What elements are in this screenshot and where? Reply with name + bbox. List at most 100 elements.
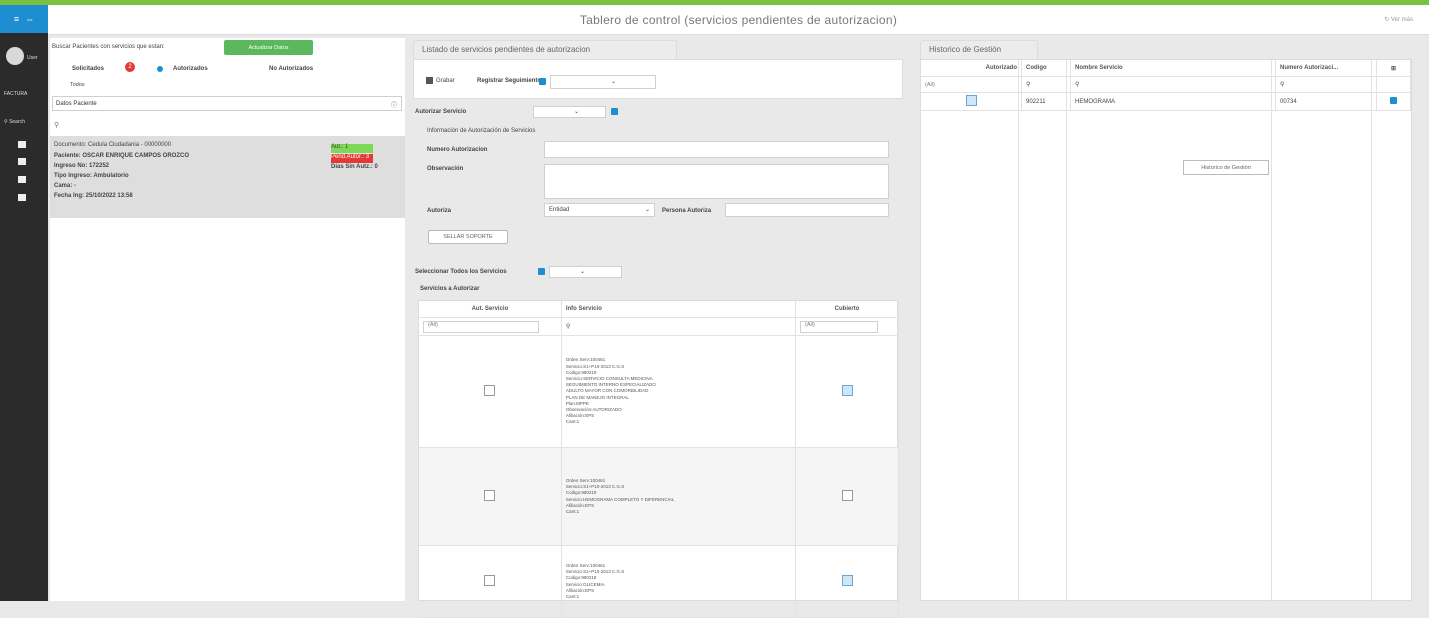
- filter-covered[interactable]: (All): [795, 317, 899, 336]
- patient-data-field[interactable]: Datos Paciente ⓘ: [52, 96, 402, 111]
- calendar-icon[interactable]: [18, 176, 26, 183]
- menu-icon[interactable]: ≡: [14, 14, 19, 24]
- patient-ingreso: Ingreso No: 172252: [54, 163, 110, 169]
- authorizer-label: Autoriza: [427, 208, 451, 214]
- home-icon[interactable]: [18, 141, 26, 148]
- select-all-dropdown[interactable]: ⌄: [549, 266, 622, 278]
- covered-checkbox[interactable]: [841, 575, 853, 586]
- register-checkbox[interactable]: [539, 78, 546, 85]
- days-badge: Días Sin Autz.: 0: [331, 164, 378, 170]
- history-numero: 00734: [1275, 92, 1377, 111]
- expand-icon[interactable]: ⇔: [25, 14, 34, 24]
- search-icon: ⚲: [1075, 82, 1080, 88]
- radio-dot-autorizados[interactable]: [157, 66, 163, 72]
- person-authorizes-label: Persona Autoriza: [662, 208, 712, 214]
- person-authorizes-input[interactable]: [725, 203, 889, 217]
- filter-info-service[interactable]: ⚲: [561, 317, 797, 336]
- filter-numero[interactable]: ⚲: [1275, 76, 1377, 93]
- rail-header[interactable]: ≡ ⇔: [0, 5, 48, 33]
- info-icon: ⓘ: [390, 103, 397, 109]
- observation-textarea[interactable]: [544, 164, 889, 199]
- update-data-button[interactable]: Actualizar Datos: [224, 40, 313, 55]
- col-auth-service[interactable]: Aut. Servicio: [419, 301, 562, 318]
- doc-icon[interactable]: [18, 158, 26, 165]
- auth-info-title: Información de Autorización de Servicios: [427, 128, 536, 134]
- covered-checkbox[interactable]: [841, 490, 853, 501]
- filter-autorizado[interactable]: (All): [921, 76, 1022, 93]
- authorizer-select[interactable]: Entidad ⌄: [544, 203, 655, 217]
- services-title: Servicios a Autorizar: [420, 286, 480, 292]
- pending-count-badge: 2: [125, 62, 135, 72]
- history-tooltip: Historico de Gestión: [1183, 160, 1269, 175]
- service-row-checkbox[interactable]: [484, 490, 496, 501]
- history-nombre: HEMOGRAMA: [1070, 92, 1276, 111]
- col-info-service[interactable]: Info Servicio: [561, 301, 797, 318]
- patient-card[interactable]: Documento: Cedula Ciudadania - 00000000 …: [50, 136, 405, 218]
- patient-cama: Cama: -: [54, 183, 77, 189]
- radio-autorizados[interactable]: Autorizados: [173, 66, 208, 72]
- service-row[interactable]: Orden Serv:100461 Servicio:S1+P10-2013 C…: [419, 335, 899, 448]
- covered-checkbox[interactable]: [841, 385, 853, 396]
- col-numero-autorizacion[interactable]: Numero Autorizaci...: [1275, 60, 1377, 77]
- search-icon: ⚲: [565, 324, 571, 330]
- col-autorizado[interactable]: Autorizado: [921, 60, 1022, 77]
- history-row[interactable]: 902211 HEMOGRAMA 00734: [921, 92, 1411, 111]
- service-row[interactable]: Orden Serv:100461 Servicio:S1+P10-2013 C…: [419, 545, 899, 618]
- history-row-checkbox[interactable]: [965, 95, 977, 106]
- search-icon: ⚲: [1026, 82, 1031, 88]
- register-dropdown[interactable]: ⌄: [550, 75, 656, 89]
- service-row[interactable]: Orden Serv:100461 Servicio:S1+P10-2013 C…: [419, 447, 899, 546]
- filter-nombre[interactable]: ⚲: [1070, 76, 1276, 93]
- patient-document: Documento: Cedula Ciudadania - 00000000: [54, 142, 172, 148]
- save-button[interactable]: Grabar: [436, 78, 455, 84]
- authorize-checkbox[interactable]: [611, 108, 618, 115]
- patient-fecha: Fecha Ing: 25/10/2022 13:58: [54, 193, 133, 199]
- rail-search[interactable]: ⚲ Search: [4, 119, 25, 125]
- col-codigo[interactable]: Codigo: [1021, 60, 1071, 77]
- filter-codigo[interactable]: ⚲: [1021, 76, 1071, 93]
- col-covered[interactable]: Cubierto: [795, 301, 899, 318]
- tab-pending-services[interactable]: Listado de servicios pendientes de autor…: [413, 40, 677, 59]
- settings-icon[interactable]: [18, 194, 26, 201]
- history-grid: Autorizado Codigo Nombre Servicio Numero…: [920, 59, 1412, 602]
- radio-todos[interactable]: Todos: [70, 82, 85, 88]
- status-radio-group: Solicitados 2 Autorizados No Autorizados: [64, 62, 404, 76]
- right-panel: Historico de Gestión Autorizado Codigo N…: [920, 40, 1412, 602]
- save-icon[interactable]: [426, 77, 433, 84]
- register-label: Registrar Seguimiento: [477, 78, 542, 84]
- patient-tipo-ingreso: Tipo Ingreso: Ambulatorio: [54, 173, 129, 179]
- history-row-action[interactable]: [1390, 97, 1397, 104]
- patient-name: Paciente: OSCAR ENRIQUE CAMPOS OROZCO: [54, 153, 190, 159]
- column-chooser-icon[interactable]: ⊞: [1376, 60, 1411, 77]
- pending-badge: Pend.Autor.: 3: [331, 154, 373, 163]
- top-right-link[interactable]: ↻ Ver más: [1384, 16, 1413, 23]
- rail-user-label: User: [27, 55, 38, 61]
- observation-label: Observación: [427, 166, 464, 172]
- select-all-label: Seleccionar Todos los Servicios: [415, 269, 507, 275]
- chevron-down-icon: ⌄: [611, 79, 617, 85]
- authorize-service-label: Autorizar Servicio: [415, 109, 467, 115]
- chevron-down-icon: ⌄: [574, 109, 580, 115]
- filter-search-icon[interactable]: ⚲: [54, 121, 59, 129]
- col-nombre-servicio[interactable]: Nombre Servicio: [1070, 60, 1276, 77]
- search-icon: ⚲: [4, 119, 8, 125]
- radio-no-autorizados[interactable]: No Autorizados: [269, 66, 313, 72]
- select-all-checkbox[interactable]: [538, 268, 545, 275]
- service-row-checkbox[interactable]: [484, 575, 496, 586]
- chevron-down-icon: ⌄: [580, 269, 586, 275]
- avatar[interactable]: [6, 47, 24, 65]
- history-columns: [921, 60, 1411, 602]
- tab-history[interactable]: Historico de Gestión: [920, 40, 1038, 59]
- auth-number-label: Numero Autorizacion: [427, 147, 488, 153]
- page-title: Tablero de control (servicios pendientes…: [579, 13, 898, 27]
- auth-number-input[interactable]: [544, 141, 889, 158]
- history-codigo: 902211: [1021, 92, 1071, 111]
- filter-auth-service[interactable]: (All): [419, 317, 562, 336]
- radio-solicitados[interactable]: Solicitados: [72, 66, 104, 72]
- authorize-dropdown[interactable]: ⌄: [533, 106, 606, 118]
- seal-support-button[interactable]: SELLAR SOPORTE: [428, 230, 508, 244]
- service-row-checkbox[interactable]: [484, 385, 496, 396]
- rail-app-label[interactable]: FACTURA: [4, 91, 27, 97]
- middle-toolbar: Grabar Registrar Seguimiento ⌄: [413, 59, 903, 99]
- search-label: Buscar Pacientes con servicios que estan…: [52, 44, 165, 50]
